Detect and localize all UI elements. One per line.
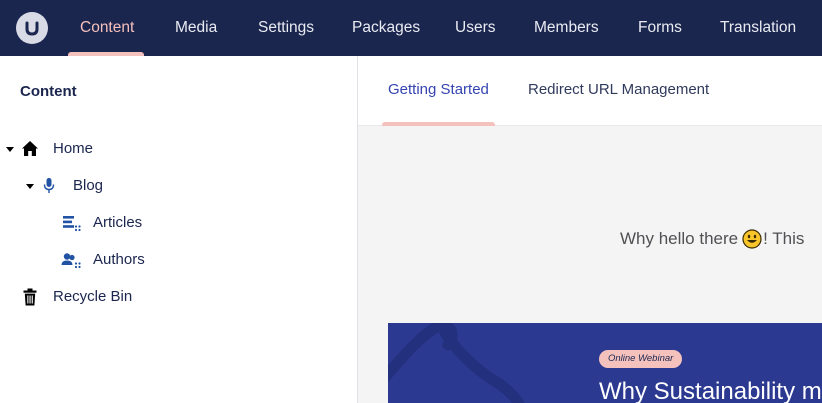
users-icon xyxy=(61,253,81,269)
tree-item-label: Home xyxy=(53,140,94,157)
tree-item-label: Articles xyxy=(93,214,143,231)
sidebar-title: Content xyxy=(20,83,77,100)
microphone-icon xyxy=(43,178,55,193)
nav-translation[interactable]: Translation xyxy=(720,0,796,56)
tree-item-authors[interactable]: Authors xyxy=(0,243,357,277)
top-navigation-bar: Content Media Settings Packages Users Me… xyxy=(0,0,822,56)
tab-redirect-url-management[interactable]: Redirect URL Management xyxy=(528,56,709,124)
tree-item-label: Recycle Bin xyxy=(53,288,133,305)
caret-down-icon[interactable] xyxy=(6,147,14,152)
nav-users[interactable]: Users xyxy=(455,0,495,56)
home-icon xyxy=(22,141,38,156)
nav-settings[interactable]: Settings xyxy=(258,0,314,56)
dashboard-tabs: Getting Started Redirect URL Management xyxy=(358,56,822,126)
dashboard-area: Getting Started Redirect URL Management … xyxy=(358,56,822,403)
tree-item-recycle-bin[interactable]: Recycle Bin xyxy=(0,280,357,314)
tree-item-home[interactable]: Home xyxy=(0,132,357,166)
banner-title: Why Sustainability m xyxy=(599,378,822,403)
welcome-greeting: Why hello there ! This xyxy=(620,229,804,249)
nav-packages[interactable]: Packages xyxy=(352,0,420,56)
tree-item-label: Authors xyxy=(93,251,145,268)
caret-down-icon[interactable] xyxy=(26,184,34,189)
greeting-text: Why hello there xyxy=(620,229,739,248)
nav-members[interactable]: Members xyxy=(534,0,599,56)
tree-item-articles[interactable]: Articles xyxy=(0,206,357,240)
smiley-emoji-icon xyxy=(742,229,762,249)
trash-icon xyxy=(23,288,37,306)
greeting-text-continued: ! This xyxy=(763,229,805,248)
list-icon xyxy=(63,216,81,232)
active-tab-indicator xyxy=(382,122,495,126)
nav-media[interactable]: Media xyxy=(175,0,217,56)
nav-forms[interactable]: Forms xyxy=(638,0,682,56)
nav-content[interactable]: Content xyxy=(80,0,134,56)
tab-getting-started[interactable]: Getting Started xyxy=(388,56,489,124)
content-tree-sidebar: Content Home Blog Articles Authors Recyc… xyxy=(0,56,357,403)
tree-item-label: Blog xyxy=(73,177,104,194)
webinar-banner[interactable]: Online Webinar Why Sustainability m xyxy=(388,323,822,403)
webinar-badge: Online Webinar xyxy=(599,350,683,368)
tree-item-blog[interactable]: Blog xyxy=(0,169,357,203)
umbraco-logo-icon[interactable] xyxy=(16,12,48,44)
